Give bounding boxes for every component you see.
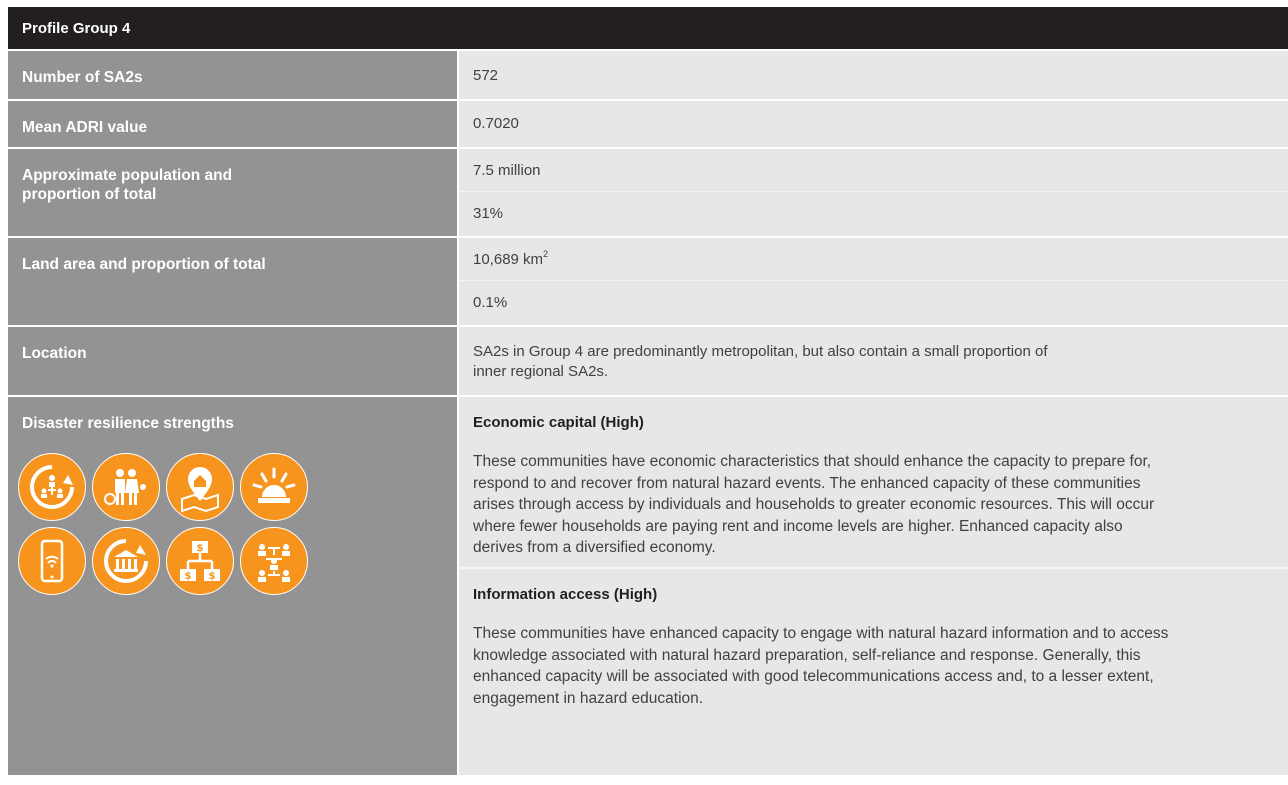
row-land-area: Land area and proportion of total 10,689… <box>8 238 1288 327</box>
money-flow-chart-icon: $ $ $ <box>166 527 234 595</box>
label-strengths: Disaster resilience strengths <box>22 415 234 432</box>
label-land-area: Land area and proportion of total <box>8 238 459 325</box>
strength-description: These communities have enhanced capacity… <box>473 625 1169 707</box>
value-land-proportion: 0.1% <box>473 294 508 311</box>
value-location: SA2s in Group 4 are predominantly metrop… <box>473 343 1048 380</box>
value-population: 7.5 million <box>459 149 1288 192</box>
row-number-of-sa2s: Number of SA2s 572 <box>8 51 1288 101</box>
strengths-value-cell: Economic capital (High) These communitie… <box>459 397 1288 775</box>
community-network-icon <box>240 527 308 595</box>
land-area-text: 10,689 km <box>473 251 544 268</box>
value-mean-adri: 0.7020 <box>473 115 519 132</box>
home-location-map-icon <box>166 453 234 521</box>
institution-cycle-icon <box>92 527 160 595</box>
label-population: Approximate population and proportion of… <box>8 149 459 236</box>
value-cell: 7.5 million 31% <box>459 149 1288 236</box>
value-number-of-sa2s: 572 <box>473 67 499 84</box>
label-mean-adri: Mean ADRI value <box>8 101 459 147</box>
svg-text:$: $ <box>197 543 204 554</box>
row-population: Approximate population and proportion of… <box>8 149 1288 238</box>
row-disaster-resilience-strengths: Disaster resilience strengths $ $ $ Econ… <box>8 397 1288 775</box>
strength-economic-capital: Economic capital (High) These communitie… <box>459 397 1288 569</box>
strength-icons: $ $ $ <box>18 453 457 601</box>
row-mean-adri: Mean ADRI value 0.7020 <box>8 101 1288 149</box>
value-land-area: 10,689 km2 <box>459 238 1288 281</box>
strength-description: These communities have economic characte… <box>473 453 1155 556</box>
label-number-of-sa2s: Number of SA2s <box>8 51 459 99</box>
row-location: Location SA2s in Group 4 are predominant… <box>8 327 1288 397</box>
mobile-phone-wifi-icon <box>18 527 86 595</box>
strength-information-access: Information access (High) These communit… <box>459 569 1288 709</box>
value-cell: 572 <box>459 51 1288 99</box>
value-cell: 0.7020 <box>459 101 1288 147</box>
warning-light-icon <box>240 453 308 521</box>
svg-text:$: $ <box>209 571 216 582</box>
family-group-icon <box>92 453 160 521</box>
table-header: Profile Group 4 <box>8 7 1288 51</box>
value-cell: 10,689 km2 0.1% <box>459 238 1288 325</box>
strengths-label-cell: Disaster resilience strengths $ $ $ <box>8 397 459 775</box>
svg-text:$: $ <box>185 571 192 582</box>
strength-title: Economic capital (High) <box>473 414 644 431</box>
strength-title: Information access (High) <box>473 586 658 603</box>
label-location: Location <box>8 327 459 395</box>
value-cell: SA2s in Group 4 are predominantly metrop… <box>459 327 1288 395</box>
profile-table: Profile Group 4 Number of SA2s 572 Mean … <box>8 7 1288 775</box>
land-area-unit-superscript: 2 <box>543 249 549 259</box>
value-population-proportion: 31% <box>473 205 504 222</box>
social-network-cycle-icon <box>18 453 86 521</box>
